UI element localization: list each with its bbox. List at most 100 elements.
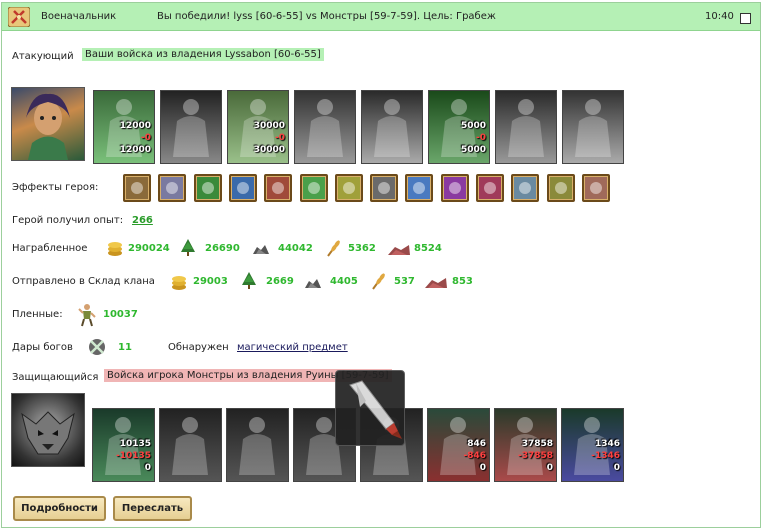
grain-icon xyxy=(327,240,340,257)
details-button[interactable]: Подробности xyxy=(13,496,106,521)
blade-icon-glyph xyxy=(514,177,537,199)
unit-count: 37858 xyxy=(521,439,553,449)
unit-portrait-icon xyxy=(374,99,410,157)
unit-total: 0 xyxy=(546,463,553,473)
defender-unit-slot[interactable] xyxy=(159,408,222,482)
tower-icon-glyph xyxy=(161,177,184,199)
plunder-gold: 290024 xyxy=(128,243,170,254)
spear-icon-glyph xyxy=(549,177,572,199)
attacker-unit-slot[interactable] xyxy=(495,90,557,164)
unit-loss: -0 xyxy=(275,133,285,143)
clan-wood: 2669 xyxy=(266,276,294,287)
ore-icon xyxy=(305,279,321,288)
gold-icon xyxy=(108,242,122,256)
blade-icon[interactable] xyxy=(511,174,540,202)
clan-stone: 853 xyxy=(452,276,473,287)
skull-icon[interactable] xyxy=(123,174,151,202)
unit-total: 5000 xyxy=(460,145,486,155)
attacker-unit-slot[interactable]: 5000 -0 5000 xyxy=(428,90,490,164)
shield-icon[interactable] xyxy=(581,174,610,202)
plunder-ore: 44042 xyxy=(278,243,313,254)
attacker-hero-portrait[interactable] xyxy=(11,87,85,161)
shield-icon-glyph xyxy=(584,177,607,199)
attacker-unit-slot[interactable] xyxy=(294,90,356,164)
swords-icon xyxy=(8,7,30,27)
skull-icon-glyph xyxy=(126,177,148,199)
frost-icon-glyph xyxy=(231,177,254,199)
unit-portrait-icon xyxy=(239,417,275,475)
frost-icon[interactable] xyxy=(228,174,257,202)
unit-total: 0 xyxy=(479,463,486,473)
claw-icon-glyph xyxy=(479,177,501,199)
staff-icon[interactable] xyxy=(193,174,222,202)
found-label: Обнаружен xyxy=(168,342,229,353)
defender-unit-slot[interactable]: 1346 -1346 0 xyxy=(561,408,624,482)
unit-loss: -37858 xyxy=(517,451,553,461)
unit-portrait-icon xyxy=(173,99,209,157)
attacker-unit-slot[interactable] xyxy=(361,90,423,164)
item-tooltip xyxy=(335,370,405,446)
unit-loss: -1346 xyxy=(591,451,620,461)
magic-blade-icon xyxy=(349,380,402,439)
sword-icon-glyph xyxy=(267,177,290,199)
unit-loss: -0 xyxy=(141,133,151,143)
defender-hero-portrait[interactable] xyxy=(11,393,85,467)
plunder-label: Награбленное xyxy=(12,243,88,254)
wolf-icon-glyph xyxy=(373,177,396,199)
ore-icon xyxy=(253,245,269,254)
demon-icon-glyph xyxy=(443,177,466,199)
attacker-unit-slot[interactable]: 30000 -0 30000 xyxy=(227,90,289,164)
unit-total: 0 xyxy=(144,463,151,473)
found-item-link[interactable]: магический предмет xyxy=(237,342,348,353)
question-icon[interactable] xyxy=(405,174,434,202)
unit-count: 1346 xyxy=(594,439,620,449)
claw-icon[interactable] xyxy=(476,174,504,202)
demon-skull-icon xyxy=(21,411,75,455)
gold-icon xyxy=(172,276,186,290)
grain-icon xyxy=(372,273,385,290)
unit-count: 5000 xyxy=(460,121,486,131)
gifts-label: Дары богов xyxy=(12,342,73,353)
attacker-unit-slot[interactable]: 12000 -0 12000 xyxy=(93,90,155,164)
unit-count: 30000 xyxy=(253,121,285,131)
sword-icon[interactable] xyxy=(264,174,293,202)
select-checkbox[interactable] xyxy=(740,13,751,24)
plunder-grain: 5362 xyxy=(348,243,376,254)
defender-unit-slot[interactable]: 10135 -10135 0 xyxy=(92,408,155,482)
defender-unit-slot[interactable]: 846 -846 0 xyxy=(427,408,490,482)
unit-count: 12000 xyxy=(119,121,151,131)
attacker-army-tag: Ваши войска из владения Lyssabon [60-6-5… xyxy=(82,48,324,61)
unit-total: 30000 xyxy=(253,145,285,155)
unit-loss: -846 xyxy=(463,451,486,461)
report-title: Вы победили! lyss [60-6-55] vs Монстры [… xyxy=(157,11,496,22)
experience-value[interactable]: 266 xyxy=(132,215,153,226)
unit-total: 12000 xyxy=(119,145,151,155)
unit-total: 0 xyxy=(613,463,620,473)
clan-storage-label: Отправлено в Склад клана xyxy=(12,276,155,287)
unit-count: 846 xyxy=(467,439,486,449)
unit-portrait-icon xyxy=(575,99,611,157)
prisoners-value: 10037 xyxy=(103,309,138,320)
potion-icon[interactable] xyxy=(299,174,328,202)
rocket-icon-glyph xyxy=(337,177,360,199)
plunder-wood: 26690 xyxy=(205,243,240,254)
report-category: Военачальник xyxy=(41,11,117,22)
tower-icon[interactable] xyxy=(158,174,187,202)
wolf-icon[interactable] xyxy=(370,174,399,202)
stone-icon xyxy=(425,278,447,288)
defender-unit-slot[interactable] xyxy=(226,408,289,482)
rocket-icon[interactable] xyxy=(334,174,363,202)
clan-gold: 29003 xyxy=(193,276,228,287)
forward-button[interactable]: Переслать xyxy=(113,496,192,521)
experience-label: Герой получил опыт: xyxy=(12,215,124,226)
report-header: Военачальник Вы победили! lyss [60-6-55]… xyxy=(2,3,760,31)
defender-unit-slot[interactable]: 37858 -37858 0 xyxy=(494,408,557,482)
prisoners-label: Пленные: xyxy=(12,309,63,320)
battle-report-panel: Военачальник Вы победили! lyss [60-6-55]… xyxy=(1,2,761,528)
clan-grain: 537 xyxy=(394,276,415,287)
wood-icon xyxy=(181,239,195,256)
spear-icon[interactable] xyxy=(546,174,575,202)
attacker-unit-slot[interactable] xyxy=(160,90,222,164)
demon-icon[interactable] xyxy=(440,174,469,202)
attacker-unit-slot[interactable] xyxy=(562,90,624,164)
